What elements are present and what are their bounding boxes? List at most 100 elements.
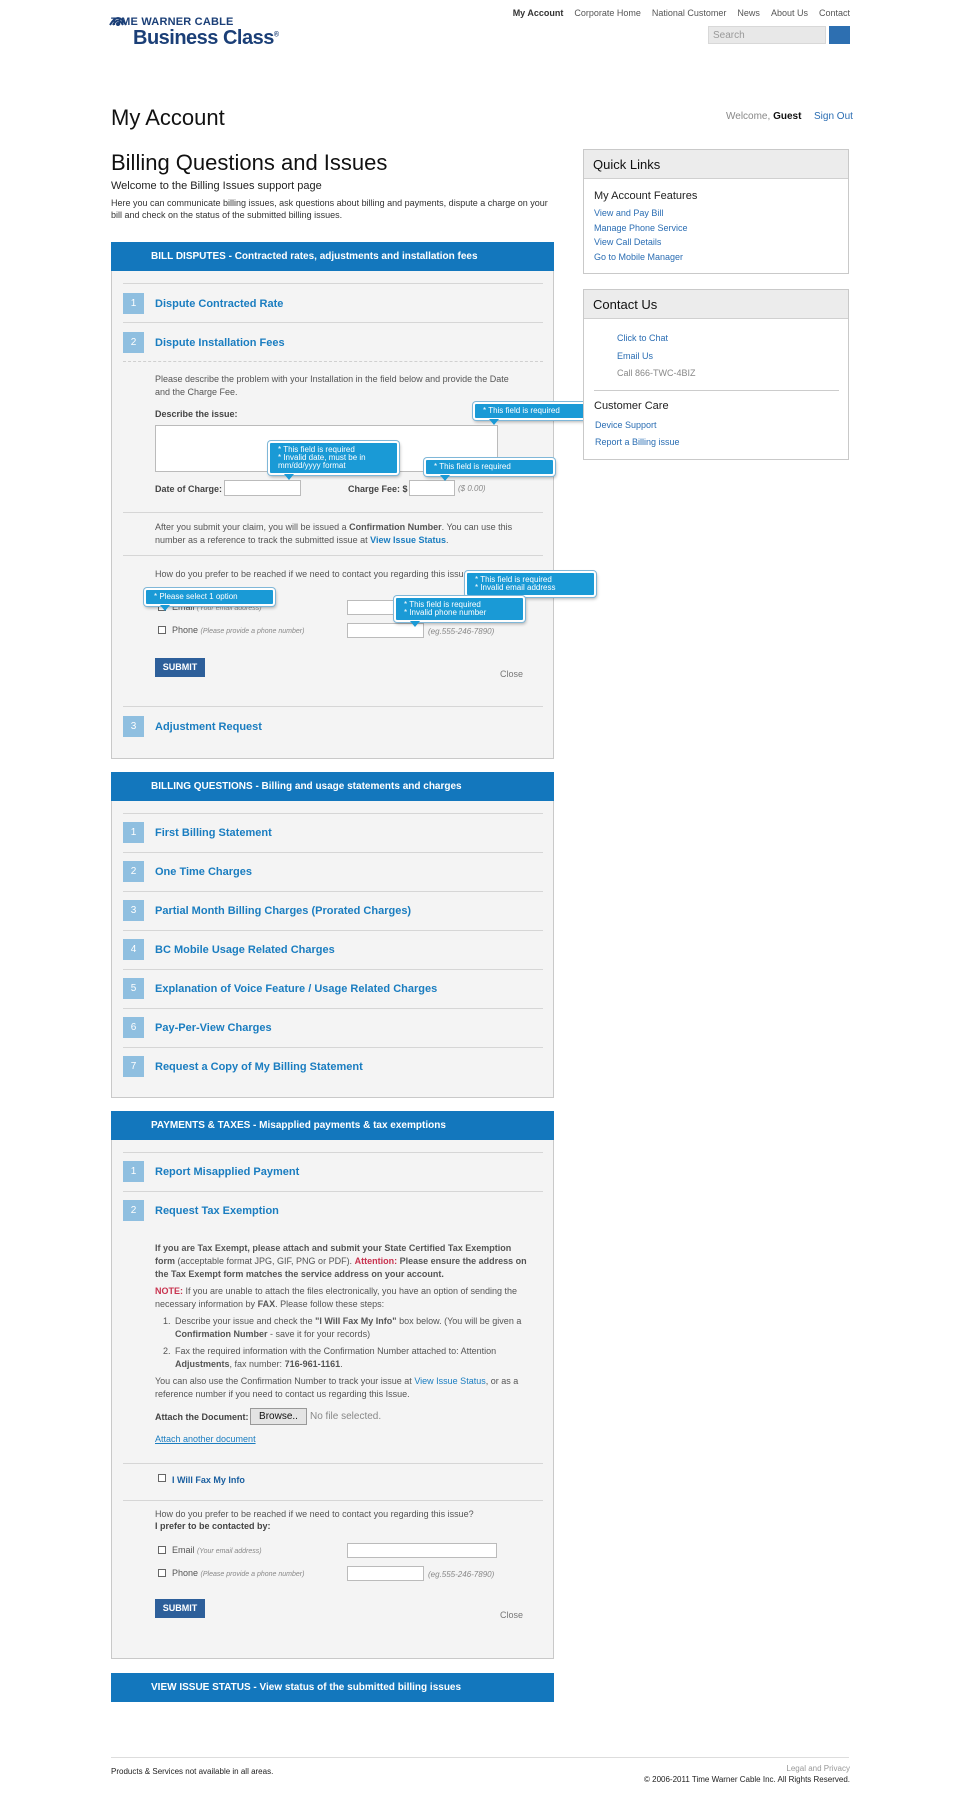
attach-another-link[interactable]: Attach another document bbox=[155, 1434, 256, 1444]
contact-question: How do you prefer to be reached if we ne… bbox=[155, 569, 470, 579]
submit-button[interactable]: SUBMIT bbox=[155, 1599, 205, 1618]
contact-question: How do you prefer to be reached if we ne… bbox=[155, 1509, 474, 1519]
section-subtitle: Welcome to the Billing Issues support pa… bbox=[111, 180, 322, 192]
email-us-link[interactable]: Email Us bbox=[617, 351, 653, 361]
dispute-item-2[interactable]: 2 Dispute Installation Fees bbox=[123, 327, 543, 355]
item-label[interactable]: First Billing Statement bbox=[155, 827, 272, 839]
question-item-2[interactable]: 2 One Time Charges bbox=[123, 856, 543, 884]
divider bbox=[123, 1047, 543, 1048]
account-features-title: My Account Features bbox=[594, 190, 698, 202]
attach-document-label: Attach the Document: bbox=[155, 1412, 249, 1422]
question-item-1[interactable]: 1 First Billing Statement bbox=[123, 817, 543, 845]
view-issue-status-header[interactable]: VIEW ISSUE STATUS - View status of the s… bbox=[111, 1673, 554, 1702]
divider bbox=[123, 322, 543, 323]
view-call-details-link[interactable]: View Call Details bbox=[594, 237, 661, 247]
charge-fee-input[interactable] bbox=[409, 480, 455, 496]
search-button[interactable] bbox=[829, 26, 850, 44]
item-label[interactable]: Report Misapplied Payment bbox=[155, 1166, 299, 1178]
search-input[interactable]: Search bbox=[708, 26, 826, 44]
fax-checkbox-label[interactable]: I Will Fax My Info bbox=[172, 1475, 245, 1485]
item-label[interactable]: Partial Month Billing Charges (Prorated … bbox=[155, 905, 411, 917]
welcome-text: Welcome, Guest bbox=[726, 111, 802, 122]
item-number: 3 bbox=[123, 716, 144, 737]
view-issue-status-link[interactable]: View Issue Status bbox=[414, 1376, 485, 1386]
payment-item-2[interactable]: 2 Request Tax Exemption bbox=[123, 1195, 543, 1223]
email-checkbox[interactable] bbox=[158, 1546, 166, 1554]
date-of-charge-label: Date of Charge: bbox=[155, 484, 223, 494]
item-label[interactable]: Pay-Per-View Charges bbox=[155, 1022, 272, 1034]
customer-care-title: Customer Care bbox=[594, 400, 669, 412]
close-link[interactable]: Close bbox=[500, 1610, 523, 1620]
charge-fee-label: Charge Fee: $ bbox=[348, 484, 408, 494]
item-number: 1 bbox=[123, 1161, 144, 1182]
nav-news[interactable]: News bbox=[737, 8, 760, 18]
email-option-label: Email (Your email address) bbox=[172, 1545, 262, 1555]
nav-national-customer[interactable]: National Customer bbox=[652, 8, 727, 18]
submit-button[interactable]: SUBMIT bbox=[155, 658, 205, 677]
divider bbox=[123, 969, 543, 970]
nav-corporate-home[interactable]: Corporate Home bbox=[574, 8, 641, 18]
item-number: 2 bbox=[123, 332, 144, 353]
email-input[interactable] bbox=[347, 1543, 497, 1558]
view-issue-status-link[interactable]: View Issue Status bbox=[370, 535, 446, 545]
fax-checkbox[interactable] bbox=[158, 1474, 166, 1482]
date-of-charge-input[interactable] bbox=[224, 480, 301, 496]
footer-divider bbox=[111, 1757, 849, 1758]
sign-out-link[interactable]: Sign Out bbox=[814, 111, 853, 122]
fax-step-2: 2. Fax the required information with the… bbox=[163, 1346, 497, 1369]
divider bbox=[123, 512, 543, 513]
report-billing-issue-link[interactable]: Report a Billing issue bbox=[595, 437, 680, 447]
dispute-item-1[interactable]: 1 Dispute Contracted Rate bbox=[123, 288, 543, 316]
contact-us-box: Contact Us Click to Chat Email Us Call 8… bbox=[583, 289, 849, 460]
item-label[interactable]: Adjustment Request bbox=[155, 721, 262, 733]
divider bbox=[123, 930, 543, 931]
item-label[interactable]: BC Mobile Usage Related Charges bbox=[155, 944, 335, 956]
close-link[interactable]: Close bbox=[500, 669, 523, 679]
phone-number: Call 866-TWC-4BIZ bbox=[617, 368, 696, 378]
question-item-7[interactable]: 7 Request a Copy of My Billing Statement bbox=[123, 1051, 543, 1079]
item-label[interactable]: One Time Charges bbox=[155, 866, 252, 878]
item-label[interactable]: Request a Copy of My Billing Statement bbox=[155, 1061, 363, 1073]
logo-business-class[interactable]: Business Class® bbox=[133, 27, 279, 50]
billing-questions-header[interactable]: BILLING QUESTIONS - Billing and usage st… bbox=[111, 772, 554, 801]
email-error-tooltip: * This field is required * Invalid email … bbox=[465, 571, 596, 602]
divider bbox=[123, 1008, 543, 1009]
nav-my-account[interactable]: My Account bbox=[513, 8, 564, 18]
email-input[interactable] bbox=[347, 600, 397, 615]
item-number: 1 bbox=[123, 822, 144, 843]
device-support-link[interactable]: Device Support bbox=[595, 420, 657, 430]
item-label[interactable]: Dispute Installation Fees bbox=[155, 337, 285, 349]
view-pay-bill-link[interactable]: View and Pay Bill bbox=[594, 208, 663, 218]
item-number: 4 bbox=[123, 939, 144, 960]
nav-about-us[interactable]: About Us bbox=[771, 8, 808, 18]
mobile-manager-link[interactable]: Go to Mobile Manager bbox=[594, 252, 683, 262]
question-item-6[interactable]: 6 Pay-Per-View Charges bbox=[123, 1012, 543, 1040]
phone-checkbox[interactable] bbox=[158, 626, 166, 634]
page-title: My Account bbox=[111, 105, 225, 130]
browse-button[interactable]: Browse.. bbox=[250, 1408, 307, 1425]
divider bbox=[123, 555, 543, 556]
item-number: 6 bbox=[123, 1017, 144, 1038]
manage-phone-link[interactable]: Manage Phone Service bbox=[594, 223, 688, 233]
click-to-chat-link[interactable]: Click to Chat bbox=[617, 333, 668, 343]
legal-privacy-link[interactable]: Legal and Privacy bbox=[786, 1764, 850, 1773]
payment-item-1[interactable]: 1 Report Misapplied Payment bbox=[123, 1156, 543, 1184]
item-label[interactable]: Request Tax Exemption bbox=[155, 1205, 279, 1217]
divider bbox=[123, 361, 543, 362]
question-item-5[interactable]: 5 Explanation of Voice Feature / Usage Re… bbox=[123, 973, 543, 1001]
item-number: 5 bbox=[123, 978, 144, 999]
nav-contact[interactable]: Contact bbox=[819, 8, 850, 18]
phone-input[interactable] bbox=[347, 1566, 424, 1581]
item-label[interactable]: Dispute Contracted Rate bbox=[155, 298, 283, 310]
item-number: 3 bbox=[123, 900, 144, 921]
question-item-3[interactable]: 3 Partial Month Billing Charges (Prorated… bbox=[123, 895, 543, 923]
bill-disputes-header[interactable]: BILL DISPUTES - Contracted rates, adjust… bbox=[111, 242, 554, 271]
phone-checkbox[interactable] bbox=[158, 1569, 166, 1577]
tax-exempt-instructions: If you are Tax Exempt, please attach and… bbox=[155, 1243, 527, 1279]
payments-taxes-header[interactable]: PAYMENTS & TAXES - Misapplied payments &… bbox=[111, 1111, 554, 1140]
divider bbox=[123, 1500, 543, 1501]
user-name: Guest bbox=[773, 111, 802, 122]
dispute-item-3[interactable]: 3 Adjustment Request bbox=[123, 711, 543, 739]
item-label[interactable]: Explanation of Voice Feature / Usage Rel… bbox=[155, 983, 437, 995]
question-item-4[interactable]: 4 BC Mobile Usage Related Charges bbox=[123, 934, 543, 962]
